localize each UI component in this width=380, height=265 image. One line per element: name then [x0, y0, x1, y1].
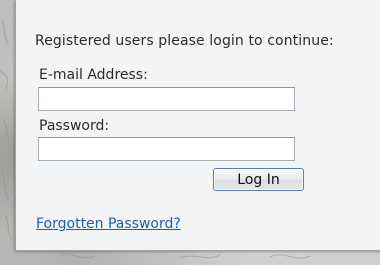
login-instructions: Registered users please login to continu… [35, 33, 334, 49]
password-field[interactable] [38, 137, 295, 161]
email-label: E-mail Address: [39, 67, 148, 83]
forgot-password-link[interactable]: Forgotten Password? [36, 216, 181, 232]
password-label: Password: [39, 118, 110, 134]
login-panel: Registered users please login to continu… [15, 0, 380, 251]
login-button[interactable]: Log In [213, 168, 304, 191]
email-field[interactable] [38, 87, 295, 111]
